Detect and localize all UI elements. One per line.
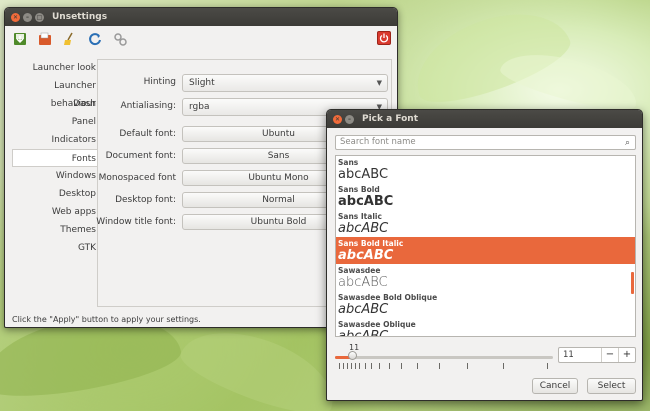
font-search-input[interactable]: Search font name ⌕ (335, 135, 636, 150)
search-placeholder: Search font name (340, 137, 416, 147)
hinting-row: Hinting Slight ▼ (98, 74, 388, 92)
font-name: Sans (338, 158, 359, 167)
font-size-stepper[interactable]: 11 − + (558, 347, 636, 363)
font-preview: abcABC (338, 194, 394, 209)
sidebar-item-windows[interactable]: Windows (12, 167, 98, 185)
cancel-button[interactable]: Cancel (532, 378, 578, 394)
maximize-window-icon[interactable]: □ (35, 12, 44, 22)
titlebar: ✕ – □ Unsettings (5, 8, 397, 26)
dialog-titlebar: ✕ – Pick a Font (327, 110, 642, 128)
size-slider-handle[interactable] (348, 351, 357, 360)
font-dialog: ✕ – Pick a Font Search font name ⌕ Sans … (326, 109, 643, 401)
toolbar (5, 26, 397, 51)
antialiasing-value: rgba (189, 102, 210, 112)
hinting-combo[interactable]: Slight ▼ (182, 74, 388, 92)
font-item-sawasdee[interactable]: Sawasdee abcABC (336, 264, 635, 291)
close-dialog-icon[interactable]: ✕ (333, 114, 342, 124)
sidebar: Launcher look Launcher behaviour Dash Pa… (12, 59, 98, 257)
size-slider-ticks (339, 363, 549, 369)
font-item-sans[interactable]: Sans abcABC (336, 156, 635, 183)
hinting-value: Slight (189, 78, 215, 88)
search-icon: ⌕ (624, 138, 630, 148)
font-name: Sawasdee Bold Oblique (338, 293, 438, 302)
font-preview: abcABC (338, 167, 389, 182)
minimize-dialog-icon[interactable]: – (345, 114, 354, 124)
minimize-window-icon[interactable]: – (23, 12, 32, 22)
document-font-label: Document font: (105, 151, 176, 161)
font-preview: abcABC (338, 275, 388, 290)
decrease-size-button[interactable]: − (601, 348, 618, 362)
hinting-label: Hinting (143, 77, 176, 87)
open-icon[interactable] (37, 31, 53, 47)
dialog-title: Pick a Font (362, 114, 419, 124)
status-text: Click the "Apply" button to apply your s… (12, 315, 201, 324)
window-title: Unsettings (52, 12, 108, 22)
select-button[interactable]: Select (587, 378, 636, 394)
dropdown-arrow-icon: ▼ (376, 79, 382, 87)
font-preview: abcABC (338, 221, 389, 236)
size-slider-track[interactable] (335, 356, 553, 359)
font-name: Sawasdee Oblique (338, 320, 416, 329)
sidebar-item-desktop[interactable]: Desktop (12, 185, 98, 203)
sidebar-item-fonts[interactable]: Fonts (12, 149, 98, 167)
font-name: Sans Bold Italic (338, 239, 404, 248)
font-preview: abcABC (338, 248, 394, 263)
sidebar-item-panel[interactable]: Panel (12, 113, 98, 131)
sidebar-item-gtk[interactable]: GTK (12, 239, 98, 257)
font-item-sans-italic[interactable]: Sans Italic abcABC (336, 210, 635, 237)
refresh-icon[interactable] (87, 31, 103, 47)
font-item-sawasdee-bold-oblique[interactable]: Sawasdee Bold Oblique abcABC (336, 291, 635, 318)
font-item-sawasdee-oblique[interactable]: Sawasdee Oblique abcABC (336, 318, 635, 337)
settings-icon[interactable] (112, 31, 128, 47)
sidebar-item-launcher-look[interactable]: Launcher look (12, 59, 98, 77)
font-name: Sans Italic (338, 212, 382, 221)
font-preview: abcABC (338, 329, 389, 337)
font-preview: abcABC (338, 302, 389, 317)
window-title-font-label: Window title font: (96, 217, 176, 227)
sidebar-item-web-apps[interactable]: Web apps (12, 203, 98, 221)
font-name: Sans Bold (338, 185, 380, 194)
power-icon[interactable] (377, 31, 391, 45)
sidebar-item-indicators[interactable]: Indicators (12, 131, 98, 149)
close-window-icon[interactable]: ✕ (11, 12, 20, 22)
font-list[interactable]: Sans abcABC Sans Bold abcABC Sans Italic… (335, 155, 636, 337)
monospaced-font-label: Monospaced font (98, 173, 176, 183)
sidebar-item-themes[interactable]: Themes (12, 221, 98, 239)
save-icon[interactable] (12, 31, 28, 47)
font-list-scrollbar[interactable] (631, 272, 634, 294)
sidebar-item-launcher-behaviour[interactable]: Launcher behaviour (12, 77, 98, 109)
antialiasing-label: Antialiasing: (120, 101, 176, 111)
font-item-sans-bold[interactable]: Sans Bold abcABC (336, 183, 635, 210)
font-name: Sawasdee (338, 266, 381, 275)
increase-size-button[interactable]: + (618, 348, 635, 362)
clean-icon[interactable] (62, 31, 78, 47)
desktop-font-label: Desktop font: (115, 195, 176, 205)
wallpaper-leaf (174, 314, 346, 411)
font-item-sans-bold-italic[interactable]: Sans Bold Italic abcABC (336, 237, 635, 264)
font-size-input[interactable]: 11 (563, 350, 574, 360)
default-font-label: Default font: (119, 129, 176, 139)
